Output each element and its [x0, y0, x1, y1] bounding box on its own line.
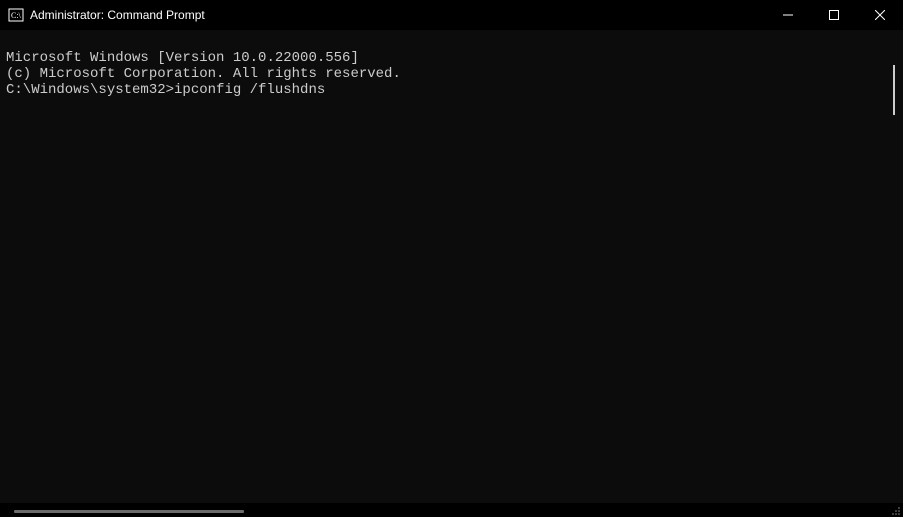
window-title: Administrator: Command Prompt: [30, 8, 205, 22]
window-controls: [765, 0, 903, 30]
terminal-prompt-line: C:\Windows\system32>ipconfig /flushdns: [6, 82, 897, 98]
minimize-button[interactable]: [765, 0, 811, 30]
cmd-icon: C:\: [8, 7, 24, 23]
resize-grip[interactable]: [889, 504, 901, 516]
bottom-bar: [0, 503, 903, 517]
titlebar[interactable]: C:\ Administrator: Command Prompt: [0, 0, 903, 30]
vertical-scrollbar-indicator[interactable]: [893, 65, 895, 115]
svg-text:C:\: C:\: [11, 11, 22, 20]
terminal-command: ipconfig /flushdns: [174, 82, 325, 98]
terminal-prompt: C:\Windows\system32>: [6, 82, 174, 98]
titlebar-left: C:\ Administrator: Command Prompt: [8, 7, 205, 23]
horizontal-scrollbar-thumb[interactable]: [14, 510, 244, 513]
terminal-content[interactable]: Microsoft Windows [Version 10.0.22000.55…: [0, 30, 903, 503]
close-button[interactable]: [857, 0, 903, 30]
maximize-button[interactable]: [811, 0, 857, 30]
terminal-line-copyright: (c) Microsoft Corporation. All rights re…: [6, 66, 897, 82]
terminal-line-version: Microsoft Windows [Version 10.0.22000.55…: [6, 50, 897, 66]
